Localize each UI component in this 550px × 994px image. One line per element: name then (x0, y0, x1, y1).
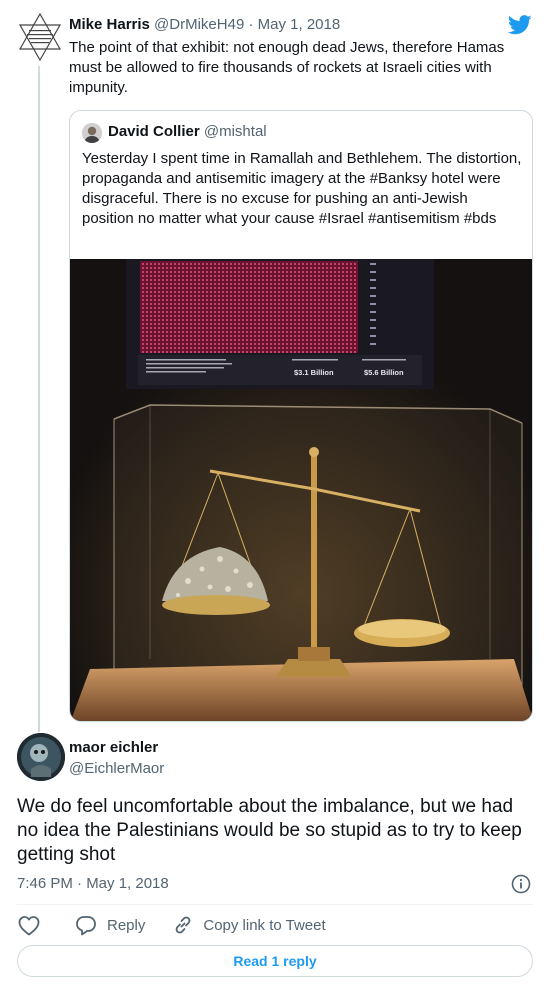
tweet-actions: Reply Copy link to Tweet (17, 912, 326, 938)
parent-tweet-text: The point of that exhibit: not enough de… (69, 39, 505, 96)
star-of-david-avatar[interactable] (17, 12, 63, 62)
speech-bubble-icon (76, 916, 96, 936)
reply-button[interactable]: Reply (75, 914, 145, 936)
meta-separator: · (248, 16, 254, 33)
stat-1-value: $3.1 Billion (294, 368, 334, 377)
embedded-tweet-card: Mike Harris @DrMikeH49 · May 1, 2018 The… (0, 0, 550, 994)
exhibit-photo[interactable]: $3.1 Billion $5.6 Billion (70, 259, 533, 722)
read-replies-button[interactable]: Read 1 reply (17, 945, 533, 977)
quoted-tweet[interactable]: David Collier @mishtal Yesterday I spent… (69, 110, 533, 722)
reply-author-handle[interactable]: @EichlerMaor (69, 760, 164, 777)
quoted-author-name: David Collier (108, 123, 200, 140)
quoted-tweet-text: Yesterday I spent time in Ramallah and B… (82, 150, 522, 227)
quoted-tweet-header: David Collier @mishtal (108, 123, 267, 140)
like-button[interactable] (17, 914, 41, 936)
thread-line (38, 66, 40, 732)
reply-author-avatar[interactable] (17, 733, 65, 781)
copy-link-label: Copy link to Tweet (203, 916, 326, 934)
parent-author-name[interactable]: Mike Harris (69, 16, 150, 33)
parent-author-handle[interactable]: @DrMikeH49 (154, 16, 244, 33)
parent-date[interactable]: May 1, 2018 (258, 16, 341, 33)
quoted-author-handle: @mishtal (203, 123, 267, 140)
heart-icon (18, 916, 40, 936)
divider (17, 904, 533, 905)
reply-timestamp[interactable]: 7:46 PM · May 1, 2018 (17, 875, 169, 892)
reply-tweet-text: We do feel uncomfortable about the imbal… (17, 796, 522, 865)
parent-tweet-header: Mike Harris @DrMikeH49 · May 1, 2018 (69, 16, 340, 33)
copy-link-button[interactable]: Copy link to Tweet (173, 915, 326, 935)
link-icon (175, 916, 191, 934)
twitter-bird-icon[interactable] (508, 14, 532, 36)
quoted-author-avatar (82, 123, 102, 143)
reply-author-name[interactable]: maor eichler (69, 739, 158, 756)
reply-label: Reply (107, 916, 146, 934)
info-icon[interactable] (511, 874, 531, 894)
stat-2-value: $5.6 Billion (364, 368, 404, 377)
